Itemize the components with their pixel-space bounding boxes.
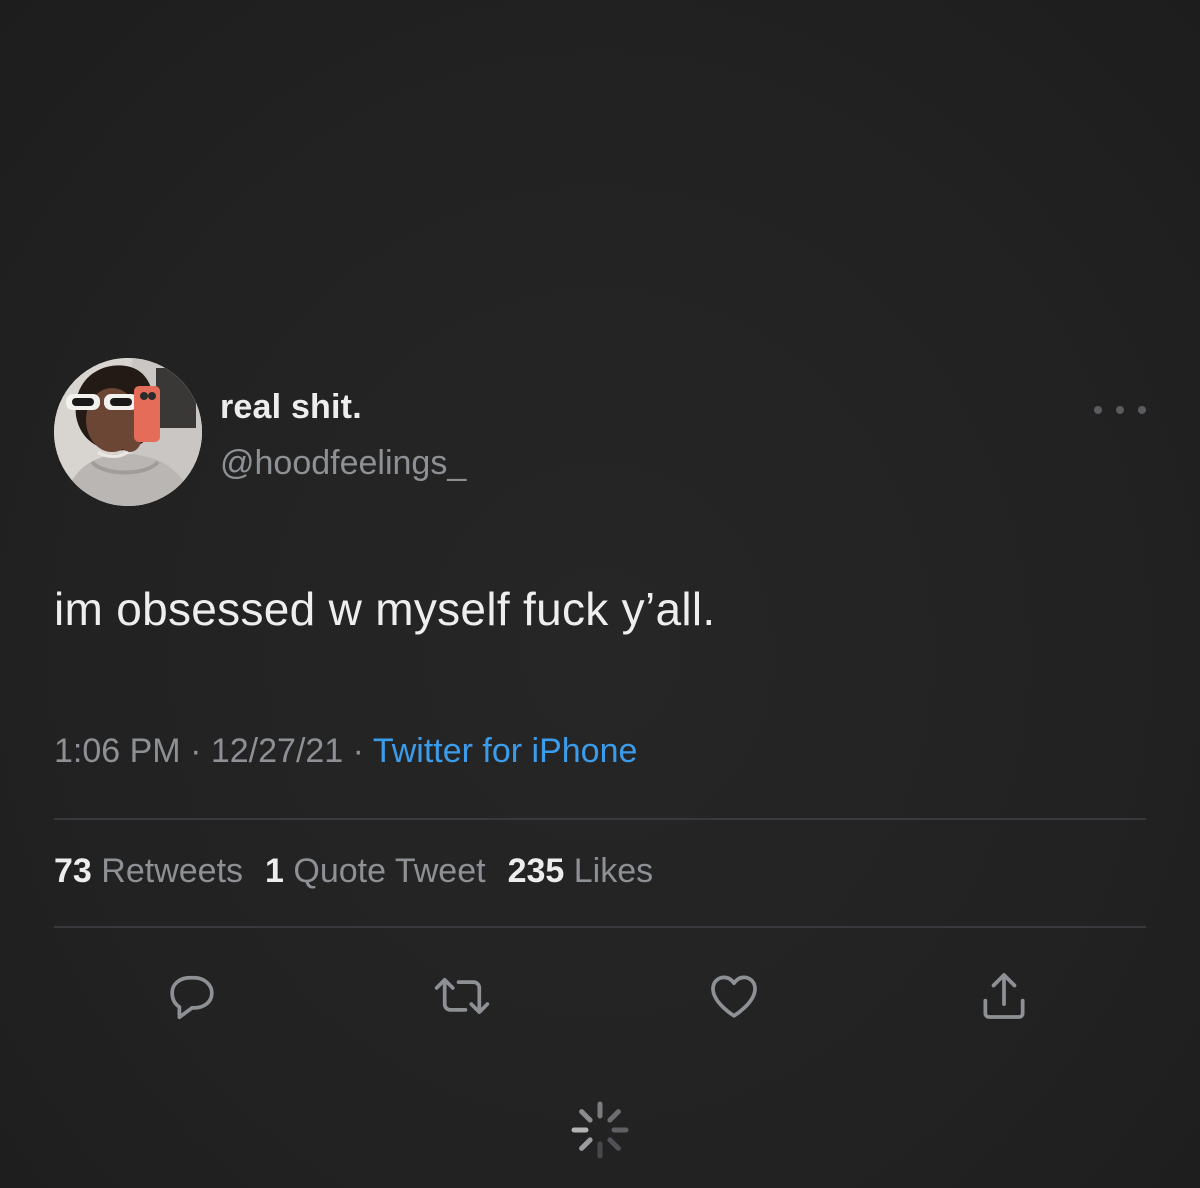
tweet-actions-bar bbox=[0, 966, 1200, 1026]
tweet-date: 12/27/21 bbox=[210, 732, 344, 770]
reply-button[interactable] bbox=[162, 966, 222, 1026]
more-dot-icon bbox=[1094, 406, 1102, 414]
loading-spinner-icon bbox=[568, 1098, 632, 1162]
more-dot-icon bbox=[1116, 406, 1124, 414]
tweet-source-link[interactable]: Twitter for iPhone bbox=[373, 732, 638, 770]
heart-icon bbox=[711, 975, 757, 1018]
tweet-detail-screen: real shit. @hoodfeelings_ im obsessed w … bbox=[0, 0, 1200, 1188]
quotes-count: 1 bbox=[265, 852, 284, 890]
quote-tweets-stat[interactable]: 1 Quote Tweet bbox=[265, 852, 486, 890]
tweet-meta: 1:06 PM · 12/27/21 · Twitter for iPhone bbox=[54, 732, 637, 771]
avatar-photo bbox=[54, 358, 202, 506]
share-icon bbox=[983, 973, 1025, 1019]
tweet-time: 1:06 PM bbox=[54, 732, 181, 770]
more-options-button[interactable] bbox=[1094, 398, 1146, 422]
display-name[interactable]: real shit. bbox=[220, 388, 362, 427]
likes-label: Likes bbox=[573, 852, 654, 890]
reply-icon bbox=[170, 975, 214, 1020]
retweet-icon bbox=[434, 978, 490, 1014]
quotes-label: Quote Tweet bbox=[293, 852, 486, 890]
meta-separator: · bbox=[352, 732, 364, 770]
retweets-stat[interactable]: 73 Retweets bbox=[54, 852, 243, 890]
user-handle[interactable]: @hoodfeelings_ bbox=[220, 444, 466, 483]
retweets-label: Retweets bbox=[101, 852, 244, 890]
meta-separator: · bbox=[190, 732, 202, 770]
retweets-count: 73 bbox=[54, 852, 92, 890]
divider bbox=[54, 818, 1146, 820]
like-button[interactable] bbox=[704, 966, 764, 1026]
likes-stat[interactable]: 235 Likes bbox=[508, 852, 654, 890]
tweet-stats: 73 Retweets 1 Quote Tweet 235 Likes bbox=[54, 852, 675, 891]
retweet-button[interactable] bbox=[432, 966, 492, 1026]
divider bbox=[54, 926, 1146, 928]
more-dot-icon bbox=[1138, 406, 1146, 414]
avatar[interactable] bbox=[54, 358, 202, 506]
share-button[interactable] bbox=[974, 966, 1034, 1026]
tweet-text: im obsessed w myself fuck y’all. bbox=[54, 583, 716, 635]
likes-count: 235 bbox=[507, 852, 565, 890]
